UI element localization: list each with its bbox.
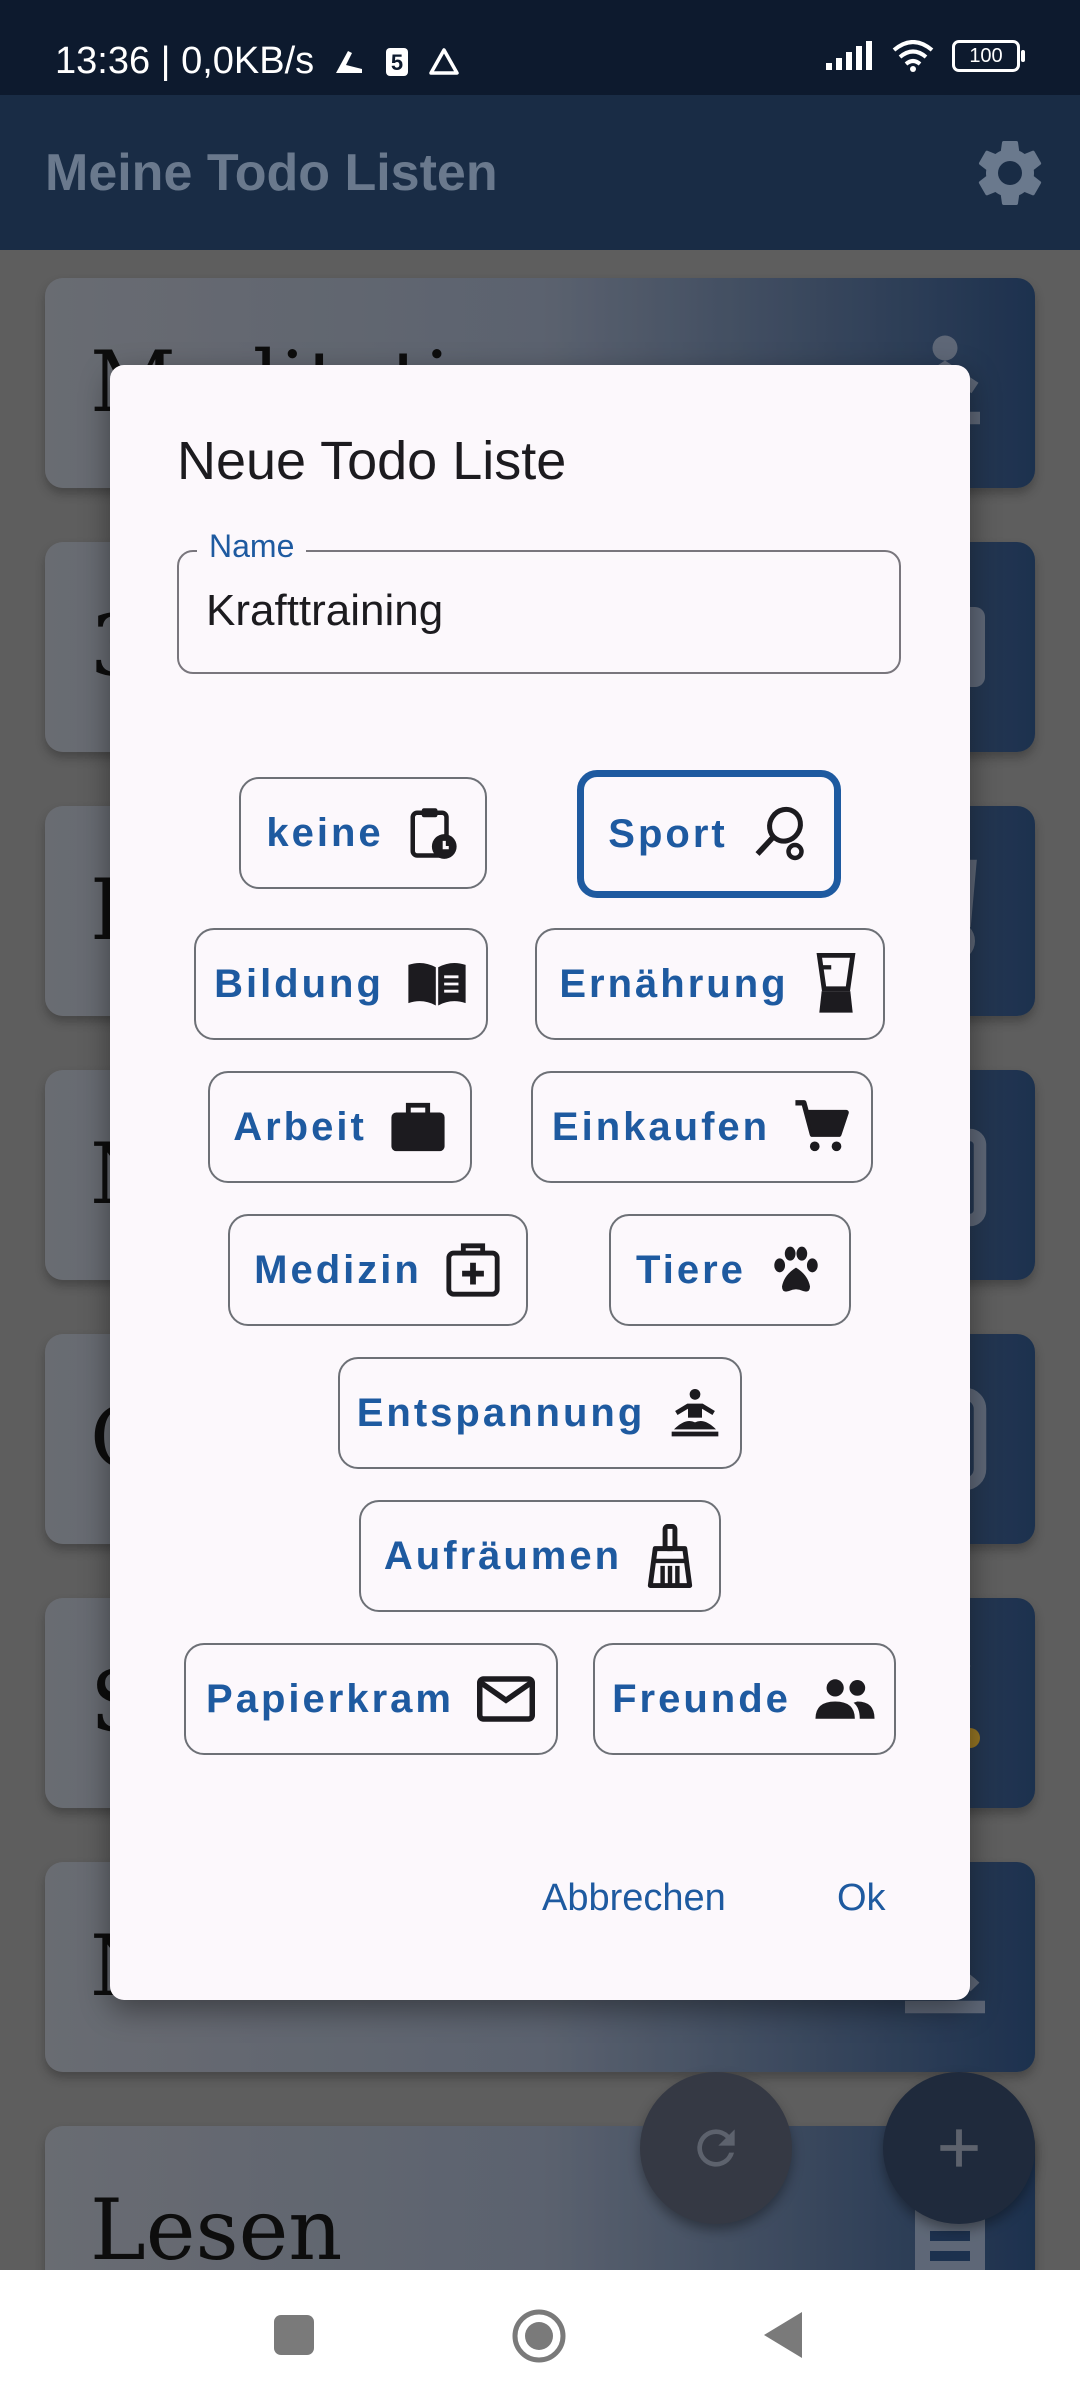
- drive-icon: [429, 47, 459, 75]
- recent-apps-icon[interactable]: [272, 2313, 316, 2357]
- name-field[interactable]: Name Krafttraining: [177, 528, 901, 674]
- name-input[interactable]: Krafttraining: [206, 586, 443, 636]
- ok-button[interactable]: Ok: [837, 1877, 886, 1920]
- new-list-dialog: Neue Todo Liste Name Krafttraining keine…: [110, 365, 970, 2000]
- category-label: Sport: [608, 811, 728, 856]
- medical-kit-icon: [446, 1243, 500, 1297]
- signal-icon: [826, 41, 872, 70]
- s-app-icon: 5: [386, 47, 409, 76]
- blender-icon: [816, 953, 856, 1013]
- people-icon: [815, 1679, 875, 1719]
- category-label: Papierkram: [206, 1676, 454, 1721]
- meditation-icon: [671, 1388, 719, 1437]
- category-chip-tiere[interactable]: Tiere: [609, 1214, 851, 1326]
- briefcase-icon: [391, 1102, 445, 1152]
- category-chip-papierkram[interactable]: Papierkram: [184, 1643, 558, 1755]
- category-label: Freunde: [612, 1676, 791, 1721]
- racket-icon: [755, 806, 804, 861]
- category-chip-arbeit[interactable]: Arbeit: [208, 1071, 472, 1183]
- clipboard-clock-icon: [410, 808, 457, 859]
- status-left: 13:36 | 0,0KB/s 5: [55, 40, 460, 83]
- wifi-icon: [892, 40, 934, 72]
- category-chip-freunde[interactable]: Freunde: [593, 1643, 896, 1755]
- back-icon[interactable]: [762, 2310, 806, 2360]
- broom-icon: [647, 1524, 693, 1588]
- open-book-icon: [408, 963, 466, 1006]
- category-chip-ernaehrung[interactable]: Ernährung: [535, 928, 885, 1040]
- dialog-title: Neue Todo Liste: [177, 431, 567, 491]
- category-chip-bildung[interactable]: Bildung: [194, 928, 488, 1040]
- category-chip-sport[interactable]: Sport: [577, 770, 841, 898]
- category-label: Bildung: [214, 961, 384, 1006]
- paw-icon: [774, 1246, 818, 1292]
- category-label: Ernährung: [559, 961, 789, 1006]
- category-label: Entspannung: [356, 1390, 646, 1435]
- status-bar: 13:36 | 0,0KB/s 5 100: [0, 0, 1080, 95]
- navigation-bar: [0, 2270, 1080, 2400]
- shopping-cart-icon: [795, 1100, 849, 1152]
- category-chip-aufraeumen[interactable]: Aufräumen: [359, 1500, 721, 1612]
- category-label: Arbeit: [233, 1104, 367, 1149]
- status-right: 100: [824, 40, 1025, 72]
- category-label: Tiere: [636, 1247, 746, 1292]
- home-icon[interactable]: [511, 2308, 567, 2364]
- category-label: Aufräumen: [383, 1533, 623, 1578]
- category-chip-einkaufen[interactable]: Einkaufen: [531, 1071, 873, 1183]
- shoe-icon: [336, 50, 363, 73]
- category-label: Medizin: [254, 1247, 422, 1292]
- category-chip-keine[interactable]: keine: [239, 777, 487, 889]
- svg-text:5: 5: [391, 50, 403, 75]
- mail-icon: [476, 1676, 535, 1722]
- category-chip-medizin[interactable]: Medizin: [228, 1214, 528, 1326]
- name-field-label: Name: [197, 528, 307, 565]
- category-chip-entspannung[interactable]: Entspannung: [338, 1357, 742, 1469]
- category-label: Einkaufen: [551, 1104, 771, 1149]
- status-time-speed: 13:36 | 0,0KB/s: [55, 40, 315, 82]
- category-label: keine: [266, 810, 384, 855]
- battery-indicator: 100: [952, 40, 1025, 72]
- cancel-button[interactable]: Abbrechen: [542, 1877, 726, 1920]
